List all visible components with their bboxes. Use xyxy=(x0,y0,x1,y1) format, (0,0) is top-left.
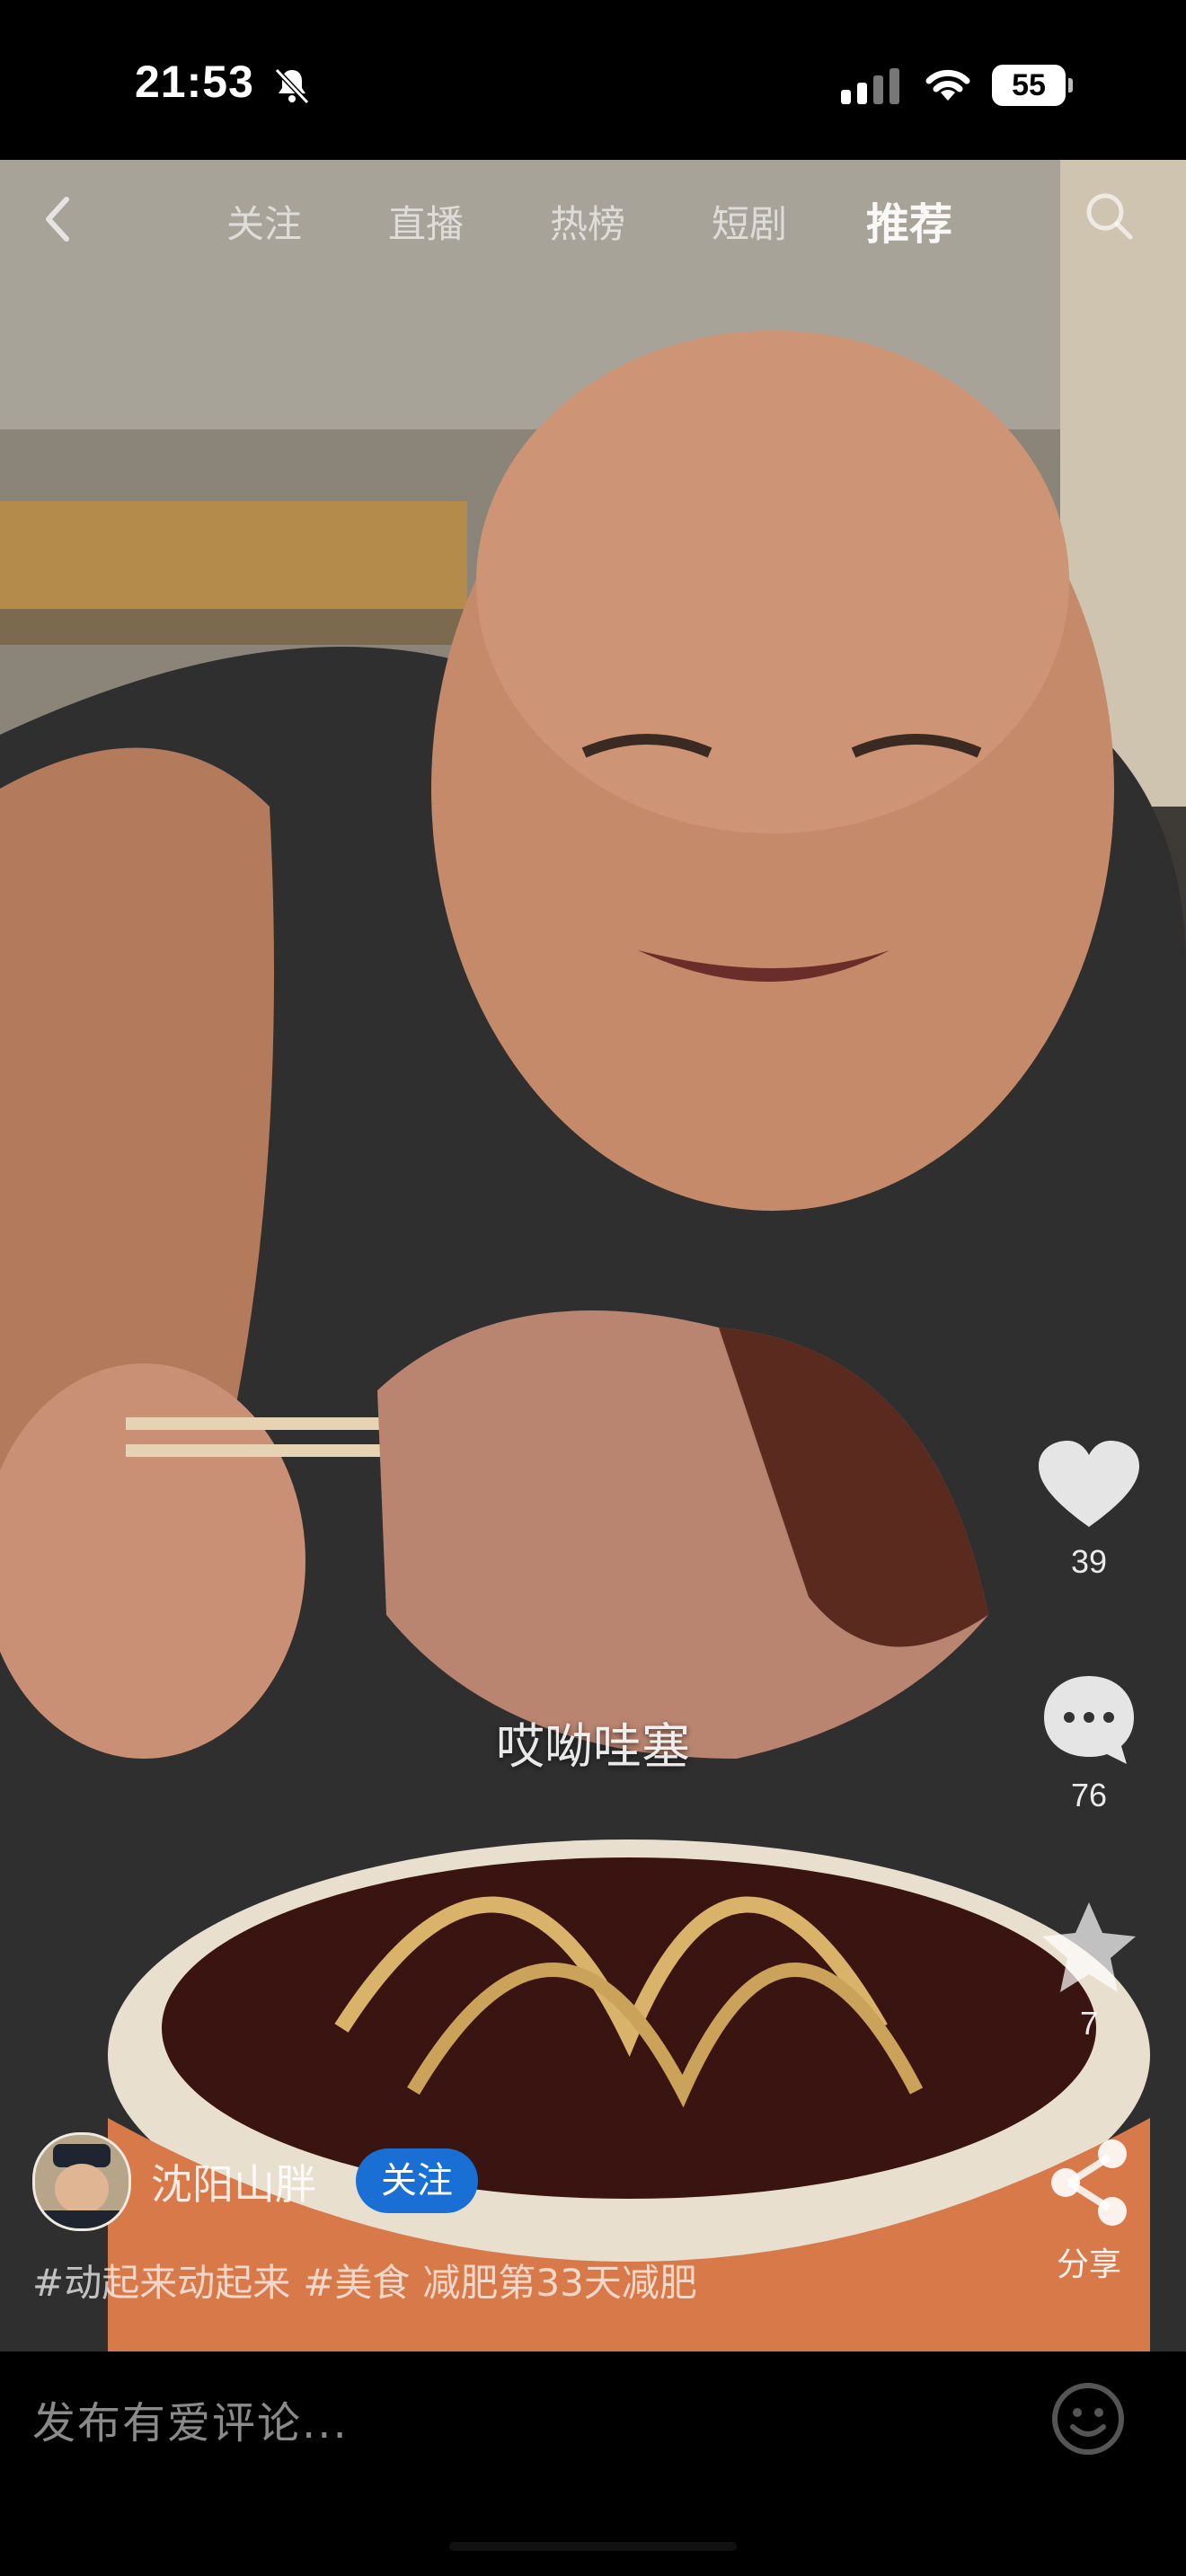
follow-button[interactable]: 关注 xyxy=(356,2148,478,2213)
favorite-count: 7 xyxy=(1079,2005,1099,2042)
status-time: 21:53 xyxy=(135,57,254,107)
search-icon[interactable] xyxy=(1082,189,1136,243)
battery-level: 55 xyxy=(992,65,1066,106)
tab-trending[interactable]: 热榜 xyxy=(550,194,625,249)
bell-off-icon xyxy=(274,67,310,105)
caption-text: 减肥第33天减肥 xyxy=(422,2261,697,2305)
share-button[interactable]: 分享 xyxy=(1033,2132,1145,2285)
author-name[interactable]: 沈阳山胖 xyxy=(151,2152,316,2211)
home-indicator xyxy=(449,2542,737,2551)
signal-icon xyxy=(841,68,899,104)
author-avatar[interactable] xyxy=(32,2132,131,2231)
heart-icon xyxy=(1039,1441,1139,1527)
video-player[interactable] xyxy=(0,160,1186,2351)
favorite-button[interactable]: 7 xyxy=(1033,1899,1145,2042)
video-frame xyxy=(0,160,1186,2351)
tab-short-drama[interactable]: 短剧 xyxy=(712,194,787,249)
comment-bar: 发布有爱评论... xyxy=(0,2351,1186,2576)
hashtag-link[interactable]: #美食 xyxy=(303,2261,410,2305)
avatar-image xyxy=(35,2135,128,2228)
tab-recommended[interactable]: 推荐 xyxy=(866,189,952,251)
battery-indicator: 55 xyxy=(992,65,1073,108)
battery-tip xyxy=(1068,78,1073,93)
like-count: 39 xyxy=(1070,1543,1108,1580)
star-icon xyxy=(1042,1902,1136,1992)
share-icon xyxy=(1051,2139,1127,2226)
like-button[interactable]: 39 xyxy=(1033,1437,1145,1581)
comment-button[interactable]: 76 xyxy=(1033,1671,1145,1814)
status-bar: 21:53 55 xyxy=(0,0,1186,160)
comment-input[interactable]: 发布有爱评论... xyxy=(32,2387,349,2450)
comment-count: 76 xyxy=(1070,1777,1108,1813)
wifi-icon xyxy=(925,69,970,101)
video-caption: #动起来动起来 #美食 减肥第33天减肥 xyxy=(32,2253,710,2307)
chevron-left-icon[interactable] xyxy=(36,192,81,246)
comment-icon xyxy=(1044,1676,1134,1764)
top-navigation: 关注 直播 热榜 短剧 推荐 xyxy=(0,160,1186,277)
smiley-icon[interactable] xyxy=(1049,2380,1127,2457)
tab-following[interactable]: 关注 xyxy=(226,194,302,249)
hashtag-link[interactable]: #动起来动起来 xyxy=(32,2261,290,2305)
tab-live[interactable]: 直播 xyxy=(388,194,464,249)
share-label: 分享 xyxy=(1056,2245,1121,2282)
video-subtitle: 哎呦哇塞 xyxy=(496,1718,690,1775)
